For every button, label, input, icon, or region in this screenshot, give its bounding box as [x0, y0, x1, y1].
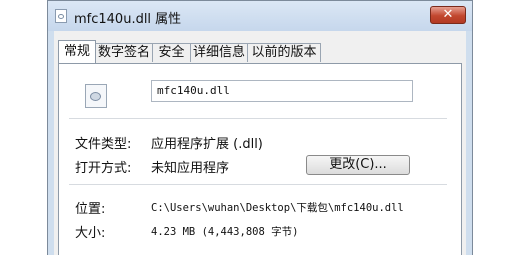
location-label: 位置: [75, 202, 106, 217]
file-name-field[interactable]: mfc140u.dll [151, 80, 413, 102]
file-type-label: 文件类型: [75, 137, 132, 152]
dll-file-icon [85, 84, 107, 108]
dialog-client-area: 常规 数字签名 安全 详细信息 以前的版本 mfc140u.dll 文件类型: … [54, 31, 466, 255]
tab-digital-signatures[interactable]: 数字签名 [95, 43, 153, 62]
dll-file-icon [55, 9, 67, 23]
opens-with-label: 打开方式: [75, 161, 132, 176]
separator [69, 118, 447, 119]
size-label: 大小: [75, 226, 106, 241]
tab-details[interactable]: 详细信息 [190, 43, 248, 62]
tab-previous-versions[interactable]: 以前的版本 [247, 43, 321, 62]
size-value: 4.23 MB (4,443,808 字节) [151, 226, 299, 238]
location-value: C:\Users\wuhan\Desktop\下载包\mfc140u.dll [151, 202, 404, 214]
window-title: mfc140u.dll 属性 [74, 12, 182, 27]
change-button[interactable]: 更改(C)... [306, 155, 410, 175]
close-icon: ✕ [442, 7, 454, 22]
properties-dialog: mfc140u.dll 属性 ✕ 常规 数字签名 安全 详细信息 以前的版本 m… [47, 0, 473, 255]
title-bar[interactable]: mfc140u.dll 属性 ✕ [48, 1, 472, 31]
tab-security[interactable]: 安全 [152, 43, 191, 62]
opens-with-value: 未知应用程序 [151, 161, 230, 176]
file-type-value: 应用程序扩展 (.dll) [151, 137, 263, 152]
tab-general[interactable]: 常规 [58, 40, 96, 63]
general-tab-panel: mfc140u.dll 文件类型: 应用程序扩展 (.dll) 打开方式: 未知… [58, 63, 462, 255]
close-button[interactable]: ✕ [430, 6, 466, 24]
separator [69, 184, 447, 185]
